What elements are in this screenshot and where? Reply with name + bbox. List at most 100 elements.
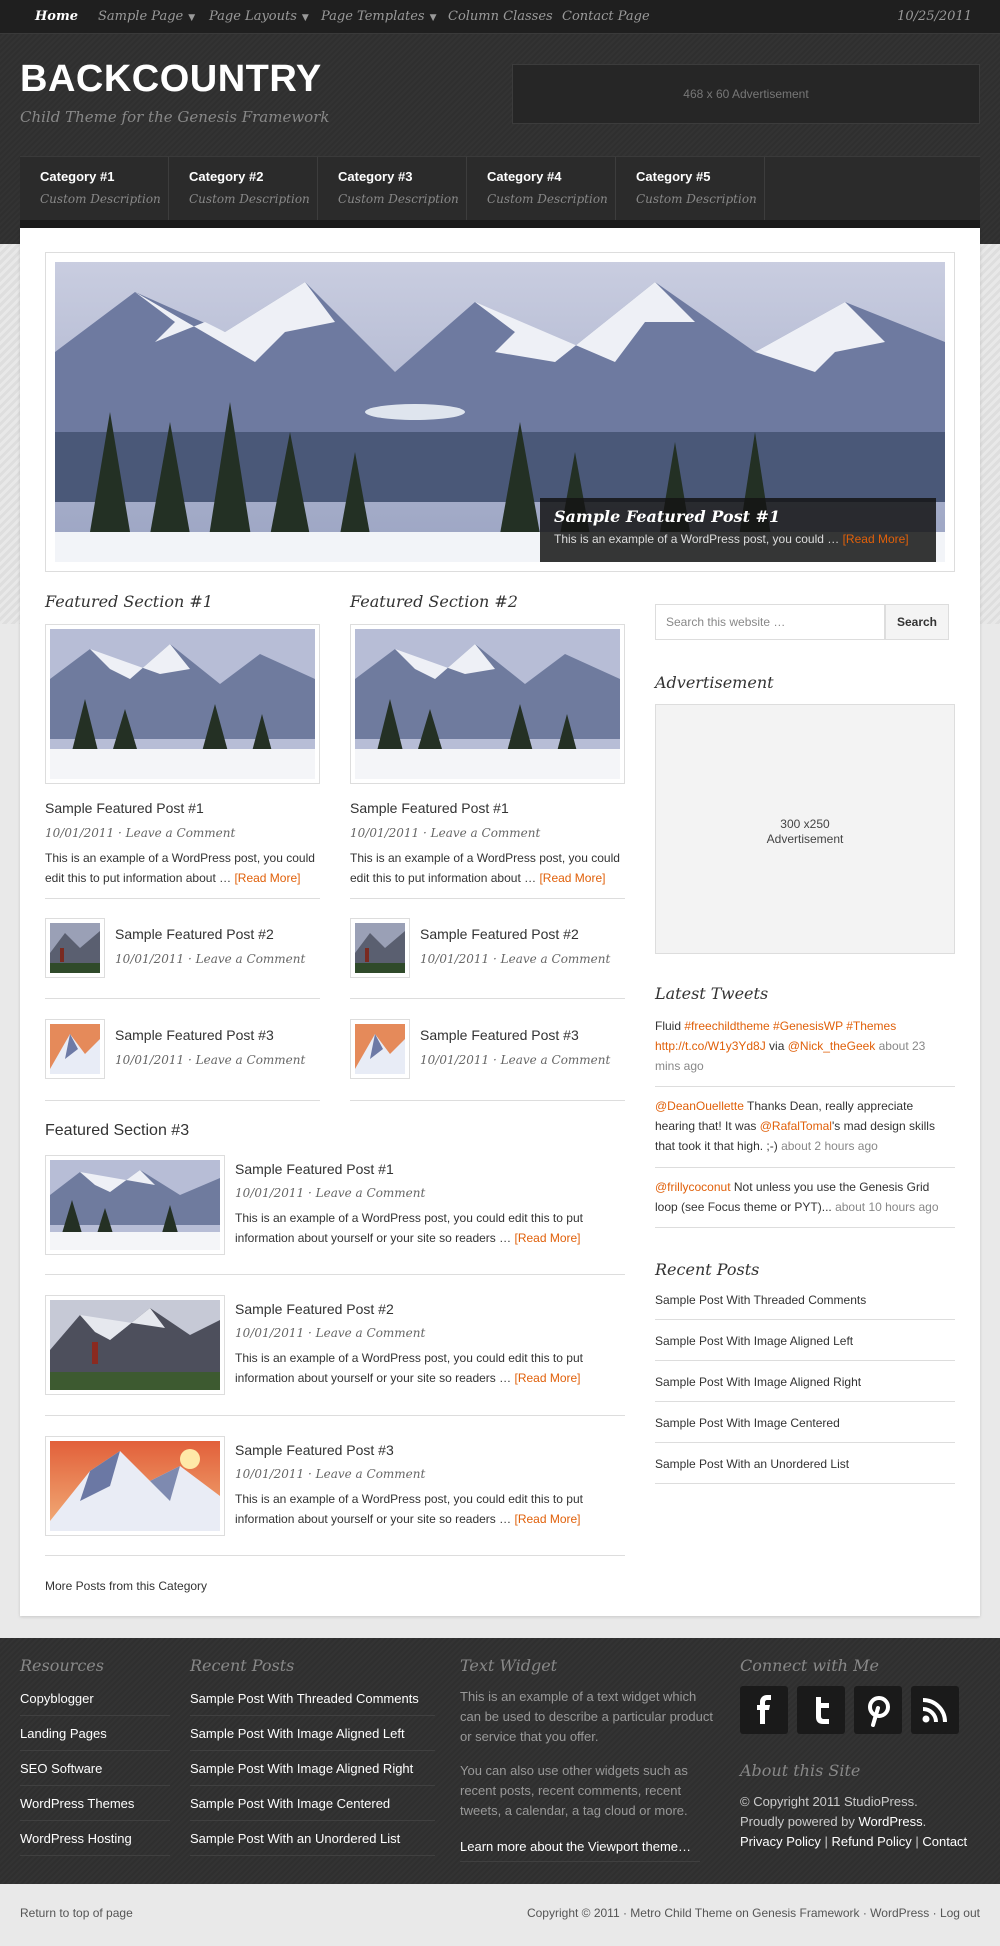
footer-resource-link[interactable]: Copyblogger bbox=[20, 1691, 94, 1706]
tweet-user-link[interactable]: @RafalTomal bbox=[760, 1119, 832, 1133]
featured-1-main-thumbnail[interactable] bbox=[45, 624, 320, 784]
leave-comment-link[interactable]: Leave a Comment bbox=[501, 1053, 611, 1067]
nav-home[interactable]: Home bbox=[35, 0, 78, 34]
more-posts-link[interactable]: More Posts from this Category bbox=[45, 1576, 207, 1596]
divider bbox=[655, 1483, 955, 1484]
footer-recent-post-link[interactable]: Sample Post With Image Centered bbox=[190, 1796, 390, 1811]
leave-comment-link[interactable]: Leave a Comment bbox=[196, 1053, 306, 1067]
featured-1-main-title[interactable]: Sample Featured Post #1 bbox=[45, 800, 204, 816]
recent-post-link[interactable]: Sample Post With Image Centered bbox=[655, 1416, 840, 1430]
sidebar-advertisement[interactable]: 300 x250 Advertisement bbox=[655, 704, 955, 954]
divider bbox=[460, 1861, 700, 1862]
divider bbox=[20, 1785, 170, 1786]
nav-sample-page[interactable]: Sample Page ▼ bbox=[98, 0, 195, 34]
divider bbox=[350, 898, 625, 899]
footer-resource-link[interactable]: SEO Software bbox=[20, 1761, 102, 1776]
divider bbox=[655, 1167, 955, 1168]
featured-2-main-title[interactable]: Sample Featured Post #1 bbox=[350, 800, 509, 816]
leave-comment-link[interactable]: Leave a Comment bbox=[316, 1186, 426, 1200]
slider-post-title[interactable]: Sample Featured Post #1 bbox=[554, 507, 922, 526]
leave-comment-link[interactable]: Leave a Comment bbox=[501, 952, 611, 966]
featured-3-post-3-excerpt: This is an example of a WordPress post, … bbox=[235, 1492, 583, 1526]
footer-recent-post-link[interactable]: Sample Post With Threaded Comments bbox=[190, 1691, 419, 1706]
slider-excerpt: This is an example of a WordPress post, … bbox=[554, 532, 909, 546]
read-more-link[interactable]: [Read More] bbox=[539, 871, 605, 885]
category-item-4[interactable]: Category #4 Custom Description bbox=[467, 157, 616, 221]
category-item-5[interactable]: Category #5 Custom Description bbox=[616, 157, 765, 221]
footer-resource-link[interactable]: WordPress Hosting bbox=[20, 1831, 132, 1846]
footer-recent-post-link[interactable]: Sample Post With Image Aligned Right bbox=[190, 1761, 413, 1776]
read-more-link[interactable]: [Read More] bbox=[514, 1512, 580, 1526]
rss-icon[interactable] bbox=[911, 1686, 959, 1734]
divider bbox=[190, 1750, 435, 1751]
recent-posts-heading: Recent Posts bbox=[655, 1260, 760, 1279]
leave-comment-link[interactable]: Leave a Comment bbox=[431, 826, 541, 840]
twitter-icon[interactable] bbox=[797, 1686, 845, 1734]
footer-resource-link[interactable]: Landing Pages bbox=[20, 1726, 107, 1741]
search-button[interactable]: Search bbox=[885, 604, 949, 640]
footer-about-text: © Copyright 2011 StudioPress. Proudly po… bbox=[740, 1794, 968, 1849]
tweet-user-link[interactable]: @DeanOuellette bbox=[655, 1099, 744, 1113]
category-item-1[interactable]: Category #1 Custom Description bbox=[20, 157, 169, 221]
featured-2-post-3-thumbnail[interactable] bbox=[350, 1019, 410, 1079]
contact-link[interactable]: Contact bbox=[922, 1834, 967, 1849]
featured-1-post-2-thumbnail[interactable] bbox=[45, 918, 105, 978]
footer-resource-link[interactable]: WordPress Themes bbox=[20, 1796, 134, 1811]
site-title[interactable]: BACKCOUNTRY bbox=[20, 58, 322, 101]
leave-comment-link[interactable]: Leave a Comment bbox=[196, 952, 306, 966]
privacy-policy-link[interactable]: Privacy Policy bbox=[740, 1834, 821, 1849]
footer-learn-more-link[interactable]: Learn more about the Viewport theme… bbox=[460, 1839, 691, 1854]
nav-page-templates[interactable]: Page Templates ▼ bbox=[321, 0, 436, 34]
nav-column-classes[interactable]: Column Classes bbox=[448, 0, 553, 34]
featured-1-main-excerpt: This is an example of a WordPress post, … bbox=[45, 851, 315, 885]
divider bbox=[190, 1715, 435, 1716]
footer-recent-post-link[interactable]: Sample Post With Image Aligned Left bbox=[190, 1726, 405, 1741]
read-more-link[interactable]: [Read More] bbox=[514, 1371, 580, 1385]
featured-1-post-3-thumbnail[interactable] bbox=[45, 1019, 105, 1079]
featured-3-post-2-thumbnail[interactable] bbox=[45, 1295, 225, 1395]
nav-contact-page[interactable]: Contact Page bbox=[562, 0, 650, 34]
read-more-link[interactable]: [Read More] bbox=[234, 871, 300, 885]
refund-policy-link[interactable]: Refund Policy bbox=[832, 1834, 912, 1849]
recent-post-link[interactable]: Sample Post With an Unordered List bbox=[655, 1457, 849, 1471]
divider bbox=[190, 1820, 435, 1821]
read-more-link[interactable]: [Read More] bbox=[514, 1231, 580, 1245]
leave-comment-link[interactable]: Leave a Comment bbox=[126, 826, 236, 840]
featured-1-post-2-meta: 10/01/2011 · Leave a Comment bbox=[115, 952, 306, 966]
footer-recent-post-link[interactable]: Sample Post With an Unordered List bbox=[190, 1831, 400, 1846]
top-navigation: Home Sample Page ▼ Page Layouts ▼ Page Tem… bbox=[0, 0, 1000, 34]
leave-comment-link[interactable]: Leave a Comment bbox=[316, 1326, 426, 1340]
return-to-top-link[interactable]: Return to top of page bbox=[20, 1906, 133, 1920]
featured-3-post-1-title[interactable]: Sample Featured Post #1 bbox=[235, 1161, 394, 1177]
tweet-user-link[interactable]: @frillycoconut bbox=[655, 1180, 731, 1194]
featured-slider[interactable]: Sample Featured Post #1 This is an examp… bbox=[45, 252, 955, 572]
featured-1-post-3-title[interactable]: Sample Featured Post #3 bbox=[115, 1027, 274, 1043]
slider-read-more[interactable]: [Read More] bbox=[843, 532, 909, 546]
footer-resources-heading: Resources bbox=[20, 1656, 104, 1675]
featured-3-post-2-title[interactable]: Sample Featured Post #2 bbox=[235, 1301, 394, 1317]
featured-1-post-2-title[interactable]: Sample Featured Post #2 bbox=[115, 926, 274, 942]
nav-page-layouts[interactable]: Page Layouts ▼ bbox=[209, 0, 309, 34]
tweet-user-link[interactable]: @Nick_theGeek bbox=[788, 1039, 876, 1053]
tweet-hashtags-link[interactable]: #freechildtheme #GenesisWP #Themes bbox=[684, 1019, 896, 1033]
featured-2-post-2-title[interactable]: Sample Featured Post #2 bbox=[420, 926, 579, 942]
wordpress-link[interactable]: WordPress bbox=[859, 1814, 923, 1829]
featured-2-post-2-thumbnail[interactable] bbox=[350, 918, 410, 978]
pinterest-icon[interactable] bbox=[854, 1686, 902, 1734]
recent-post-link[interactable]: Sample Post With Image Aligned Left bbox=[655, 1334, 853, 1348]
featured-3-post-3-title[interactable]: Sample Featured Post #3 bbox=[235, 1442, 394, 1458]
featured-2-main-thumbnail[interactable] bbox=[350, 624, 625, 784]
search-input[interactable]: Search this website … bbox=[655, 604, 885, 640]
category-item-3[interactable]: Category #3 Custom Description bbox=[318, 157, 467, 221]
category-item-2[interactable]: Category #2 Custom Description bbox=[169, 157, 318, 221]
leave-comment-link[interactable]: Leave a Comment bbox=[316, 1467, 426, 1481]
featured-2-post-3-title[interactable]: Sample Featured Post #3 bbox=[420, 1027, 579, 1043]
featured-3-post-3-thumbnail[interactable] bbox=[45, 1436, 225, 1536]
divider bbox=[20, 1750, 170, 1751]
featured-3-post-1-thumbnail[interactable] bbox=[45, 1155, 225, 1255]
facebook-icon[interactable] bbox=[740, 1686, 788, 1734]
recent-post-link[interactable]: Sample Post With Threaded Comments bbox=[655, 1293, 866, 1307]
recent-post-link[interactable]: Sample Post With Image Aligned Right bbox=[655, 1375, 861, 1389]
tweet-url-link[interactable]: http://t.co/W1y3Yd8J bbox=[655, 1039, 766, 1053]
header-advertisement[interactable]: 468 x 60 Advertisement bbox=[512, 64, 980, 124]
